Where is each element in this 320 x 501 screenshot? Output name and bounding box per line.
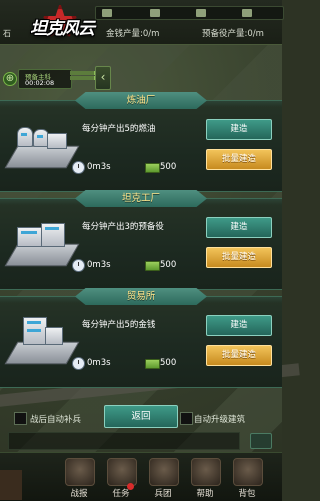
legion-icon — [149, 458, 179, 486]
build-time: 0m3s — [87, 358, 111, 368]
auto-upgrade-label: 自动升级建筑 — [194, 415, 246, 425]
build-cost: 500 — [160, 358, 177, 368]
batch-build-button[interactable]: 批量建造 — [206, 345, 272, 366]
building-title: 贸易所 — [75, 288, 207, 305]
report-icon — [65, 458, 95, 486]
resource-slot[interactable] — [240, 7, 280, 19]
building-description: 每分钟产出3的预备役 — [82, 222, 164, 232]
auto-upgrade-checkbox[interactable] — [180, 412, 193, 425]
nav-label: 背包 — [238, 489, 256, 499]
building-panel-tank-factory: 坦克工厂 每分钟产出3的预备役 0m3s 500 建造 批量建造 — [0, 190, 282, 290]
reserve-rate: 预备役产量:0/m — [202, 29, 264, 39]
cash-icon — [145, 359, 160, 369]
clock-icon — [72, 259, 85, 272]
build-time: 0m3s — [87, 260, 111, 270]
back-button[interactable]: 返回 — [104, 405, 178, 428]
building-title: 坦克工厂 — [75, 190, 207, 207]
nav-label: 战报 — [70, 489, 88, 499]
auto-replenish-checkbox[interactable] — [14, 412, 27, 425]
trading-post-icon — [4, 315, 80, 373]
nav-item-report[interactable]: 战报 — [62, 456, 96, 500]
flag-icon — [0, 470, 22, 500]
money-icon — [150, 9, 160, 17]
clock-icon — [72, 357, 85, 370]
collapse-button[interactable]: ‹ — [95, 66, 111, 90]
tank-icon — [196, 9, 206, 17]
military-timer: 00:02:08 — [25, 79, 55, 87]
resource-slot[interactable] — [148, 7, 188, 19]
build-button[interactable]: 建造 — [206, 217, 272, 238]
build-cost: 500 — [160, 260, 177, 270]
clock-icon — [72, 161, 85, 174]
add-icon[interactable]: ⊕ — [3, 72, 17, 86]
cash-icon — [145, 163, 160, 173]
refinery-icon — [4, 119, 80, 177]
building-panel-trading-post: 贸易所 每分钟产出5的金钱 0m3s 500 建造 批量建造 — [0, 288, 282, 388]
build-cost: 500 — [160, 162, 177, 172]
task-icon — [107, 458, 137, 486]
nav-label: 任务 — [112, 489, 130, 499]
resource-slot[interactable] — [194, 7, 234, 19]
resource-strip — [95, 6, 284, 20]
nav-item-help[interactable]: 帮助 — [188, 456, 222, 500]
auto-replenish-label: 战后自动补兵 — [30, 415, 82, 425]
building-title: 炼油厂 — [75, 92, 207, 109]
nav-item-backpack[interactable]: 背包 — [230, 456, 264, 500]
fuel-icon — [102, 9, 112, 17]
cash-icon — [145, 261, 160, 271]
chat-bar[interactable] — [8, 432, 240, 450]
build-button[interactable]: 建造 — [206, 315, 272, 336]
nav-label: 兵团 — [154, 489, 172, 499]
build-time: 0m3s — [87, 162, 111, 172]
batch-build-button[interactable]: 批量建造 — [206, 247, 272, 268]
nav-item-task[interactable]: 任务 — [104, 456, 138, 500]
game-logo-text: 坦克风云 — [30, 19, 95, 39]
building-description: 每分钟产出5的金钱 — [82, 320, 156, 330]
tank-factory-icon — [4, 217, 80, 275]
nav-label: 帮助 — [196, 489, 214, 499]
backpack-icon — [233, 458, 263, 486]
batch-build-button[interactable]: 批量建造 — [206, 149, 272, 170]
chat-icon[interactable] — [250, 433, 272, 449]
money-rate: 金钱产量:0/m — [106, 29, 160, 39]
building-panel-refinery: 炼油厂 每分钟产出5的燃油 0m3s 500 建造 批量建造 — [0, 92, 282, 192]
help-icon — [191, 458, 221, 486]
soldier-icon — [242, 9, 252, 17]
resource-slot[interactable] — [100, 7, 140, 19]
nav-item-legion[interactable]: 兵团 — [146, 456, 180, 500]
troop-bars — [70, 70, 96, 86]
side-label: 石 — [3, 29, 11, 38]
game-logo: 坦克风云 — [26, 2, 96, 42]
building-description: 每分钟产出5的燃油 — [82, 124, 156, 134]
military-timer-box[interactable]: 预备主科 00:02:08 — [18, 69, 72, 89]
build-button[interactable]: 建造 — [206, 119, 272, 140]
